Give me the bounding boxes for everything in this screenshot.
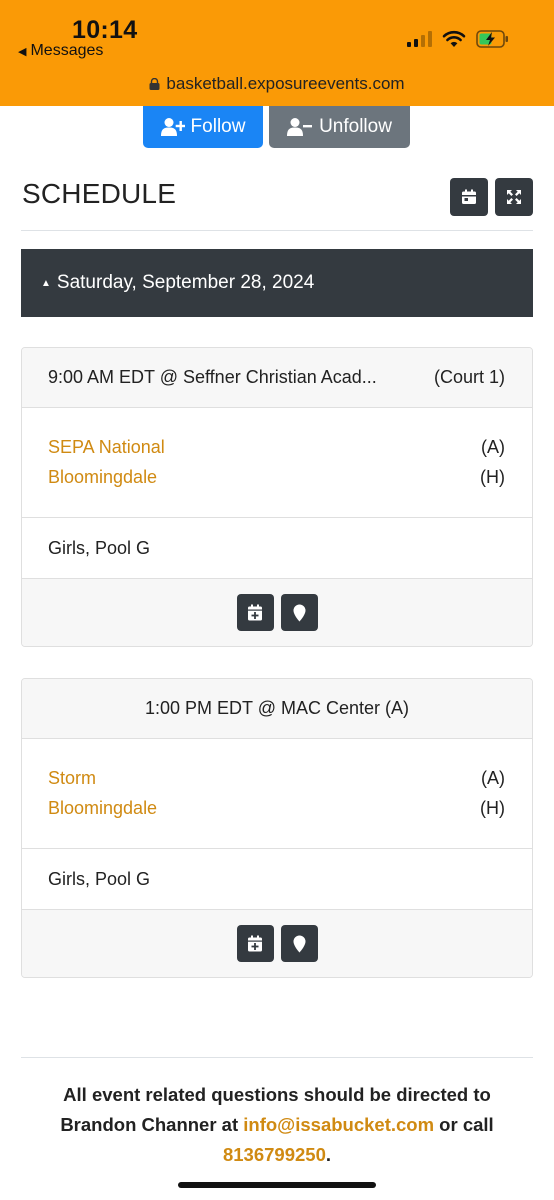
clock-time: 10:14 [72,16,138,44]
game-court: (Court 1) [433,367,505,387]
map-marker-icon [293,935,305,952]
footer-text: or call [434,1114,494,1135]
footer-text: Brandon Channer at [60,1114,244,1135]
expand-icon [507,190,521,204]
team-row: SEPA National (A) [48,435,505,465]
divider [21,230,533,231]
team-name-link[interactable]: Storm [48,766,96,796]
date-header-toggle[interactable]: ▲ Saturday, September 28, 2024 [21,249,533,317]
map-marker-icon [293,604,305,621]
add-to-calendar-button[interactable] [236,594,274,631]
schedule-title: SCHEDULE [22,178,177,209]
wifi-icon [442,30,466,47]
footer-text: . [325,1144,332,1165]
game-actions [22,910,532,977]
calendar-plus-icon [248,604,262,621]
calendar-view-button[interactable] [450,178,488,216]
game-card: 1:00 PM EDT @ MAC Center (A) Storm (A) B… [21,678,533,978]
calendar-plus-icon [248,935,262,952]
fullscreen-button[interactable] [495,178,533,216]
game-header: 1:00 PM EDT @ MAC Center (A) [22,679,532,739]
home-indicator[interactable] [178,1182,376,1188]
caret-up-icon: ▲ [41,277,51,289]
game-teams: Storm (A) Bloomingdale (H) [22,739,532,849]
contact-footer: All event related questions should be di… [21,1080,533,1170]
directions-button[interactable] [280,594,318,631]
lock-icon [149,78,160,90]
team-side: (H) [480,467,505,487]
team-side: (H) [480,798,505,818]
footer-line: All event related questions should be di… [63,1084,491,1105]
phone-link[interactable]: 8136799250 [223,1144,326,1165]
back-label: Messages [30,42,104,59]
game-actions [22,579,532,646]
back-to-messages[interactable]: ◀ Messages [18,42,103,60]
game-time-location: 1:00 PM EDT @ MAC Center (A) [144,698,409,718]
footer-line: Brandon Channer at info@issabucket.com o… [21,1110,533,1140]
team-row: Bloomingdale (H) [48,465,505,495]
game-teams: SEPA National (A) Bloomingdale (H) [22,408,532,518]
footer-divider [21,1057,533,1058]
follow-label: Follow [190,116,246,137]
signal-icon [407,31,432,47]
user-minus-icon [287,118,313,136]
email-link[interactable]: info@issabucket.com [243,1114,434,1135]
back-triangle-icon: ◀ [18,45,27,58]
address-bar[interactable]: basketball.exposureevents.com [0,74,554,94]
directions-button[interactable] [280,925,318,962]
team-side: (A) [481,437,505,457]
game-division: Girls, Pool G [22,518,532,579]
browser-status-bar: 10:14 ◀ Messages basketball.exposureeven… [0,0,554,106]
status-icons [407,30,510,48]
unfollow-label: Unfollow [319,116,392,137]
team-name-link[interactable]: Bloomingdale [48,465,157,495]
team-side: (A) [481,768,505,788]
team-row: Storm (A) [48,766,505,796]
battery-charging-icon [476,30,508,48]
date-header-label: Saturday, September 28, 2024 [56,272,315,293]
team-row: Bloomingdale (H) [48,796,505,826]
game-card: 9:00 AM EDT @ Seffner Christian Acad... … [21,347,533,647]
game-division: Girls, Pool G [22,849,532,910]
game-header: 9:00 AM EDT @ Seffner Christian Acad... … [22,348,532,408]
url-text: basketball.exposureevents.com [166,74,405,93]
footer-line: 8136799250. [21,1140,533,1170]
unfollow-button[interactable]: Unfollow [269,106,410,148]
team-name-link[interactable]: SEPA National [48,435,165,465]
user-plus-icon [160,118,185,136]
team-name-link[interactable]: Bloomingdale [48,796,157,826]
follow-button[interactable]: Follow [143,106,263,148]
add-to-calendar-button[interactable] [236,925,274,962]
game-time-location: 9:00 AM EDT @ Seffner Christian Acad... [48,367,377,387]
calendar-icon [462,189,476,204]
